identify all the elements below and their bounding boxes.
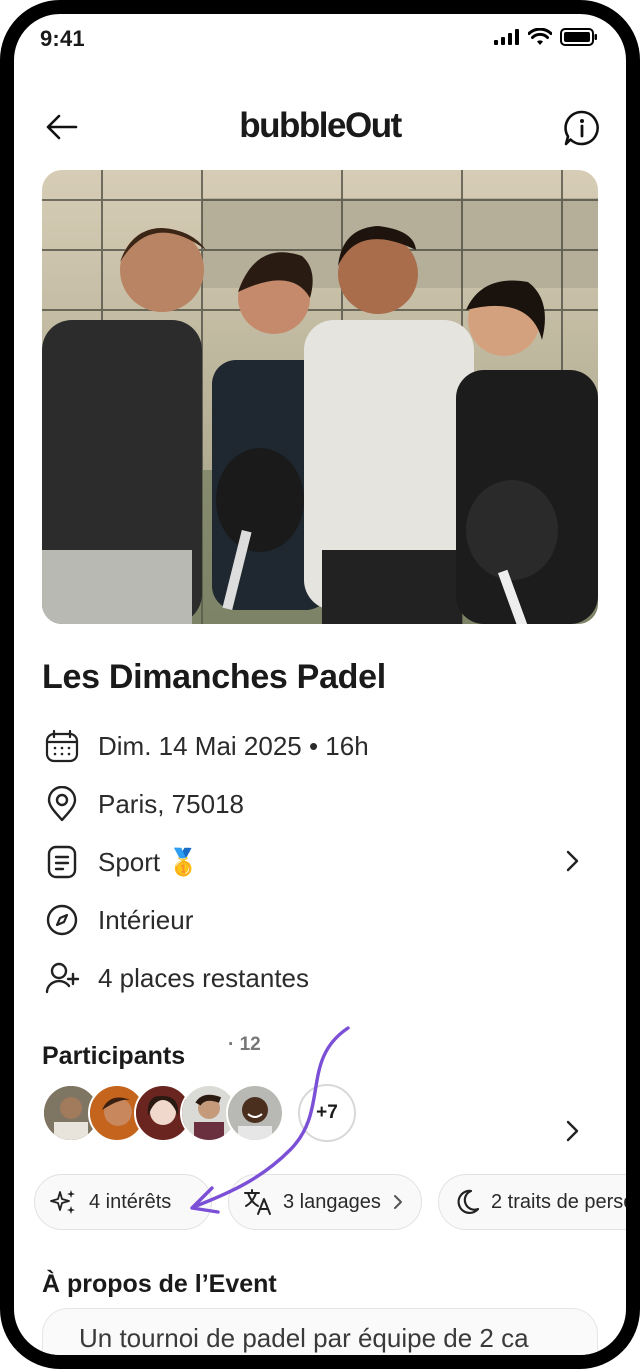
participants-chevron-icon[interactable] [562, 1118, 582, 1149]
event-setting: Intérieur [98, 904, 194, 935]
chip-interests[interactable]: 4 intérêts [34, 1174, 212, 1230]
participants-count: · 12 [228, 1034, 261, 1055]
about-title: À propos de l’Event [42, 1270, 277, 1298]
event-title: Les Dimanches Padel [42, 658, 386, 696]
event-photo-illustration [42, 170, 598, 624]
chip-personality[interactable]: 2 traits de personnalité [438, 1174, 640, 1230]
event-places: 4 places restantes [98, 962, 310, 993]
chip-interests-label: 4 intérêts [89, 1190, 172, 1213]
detail-location: Paris, 75018 [42, 782, 582, 826]
about-text-card: Un tournoi de padel par équipe de 2 ca [42, 1308, 598, 1355]
detail-places: 4 places restantes [42, 956, 582, 1000]
translate-icon [243, 1187, 273, 1217]
calendar-icon [42, 726, 82, 766]
phone-frame: 9:41 bubbleOut Les Dimanches Padel Dim. … [0, 0, 640, 1369]
participants-title: Participants [42, 1042, 186, 1070]
chip-languages-label: 3 langages [283, 1190, 381, 1213]
user-add-icon [42, 958, 82, 998]
compass-icon [42, 900, 82, 940]
status-time: 9:41 [40, 26, 85, 51]
chip-personality-label: 2 traits de personnalité [491, 1190, 640, 1213]
location-pin-icon [42, 784, 82, 824]
info-icon [564, 110, 599, 146]
battery-icon [560, 28, 597, 46]
detail-category[interactable]: Sport 🥇 [42, 840, 582, 884]
wifi-icon [528, 28, 552, 45]
moon-icon [453, 1187, 481, 1217]
event-photo [42, 170, 598, 624]
event-category: Sport 🥇 [98, 846, 200, 877]
about-text: Un tournoi de padel par équipe de 2 ca [79, 1323, 529, 1353]
chip-chevron-icon [393, 1195, 402, 1209]
event-location: Paris, 75018 [98, 788, 244, 819]
status-icons [494, 28, 598, 46]
more-participants-badge[interactable]: +7 [298, 1084, 356, 1142]
document-icon [42, 842, 82, 882]
info-button[interactable] [562, 108, 602, 148]
sparkles-icon [49, 1187, 79, 1217]
app-header: bubbleOut [14, 94, 626, 158]
avatar[interactable] [226, 1084, 284, 1142]
detail-date: Dim. 14 Mai 2025 • 16h [42, 724, 582, 768]
event-date: Dim. 14 Mai 2025 • 16h [98, 730, 369, 761]
app-logo: bubbleOut [239, 106, 402, 145]
participants-avatars[interactable]: +7 [42, 1084, 382, 1142]
detail-setting: Intérieur [42, 898, 582, 942]
chip-languages[interactable]: 3 langages [228, 1174, 422, 1230]
chevron-right-icon[interactable] [562, 848, 582, 879]
status-bar: 9:41 [14, 14, 626, 74]
signal-icon [494, 29, 519, 45]
